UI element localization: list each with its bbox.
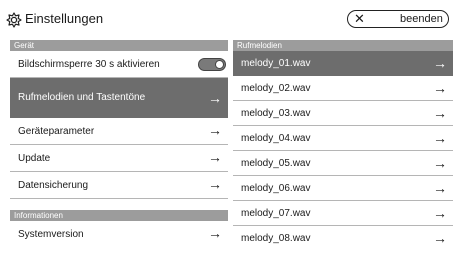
arrow-right-icon: → [433, 155, 447, 171]
setting-system-version[interactable]: Systemversion → [10, 221, 228, 248]
arrow-right-icon: → [433, 80, 447, 96]
ringtone-label: melody_07.wav [241, 208, 311, 219]
close-button[interactable]: ✕ beenden [347, 10, 449, 28]
header: Einstellungen ✕ beenden [0, 0, 453, 38]
section-header-info: Informationen [10, 210, 228, 221]
page-title: Einstellungen [25, 11, 104, 26]
screen-lock-toggle[interactable] [198, 58, 226, 71]
arrow-right-icon: → [433, 130, 447, 146]
ringtone-label: melody_02.wav [241, 83, 311, 94]
setting-system-version-label: Systemversion [18, 229, 84, 240]
arrow-right-icon: → [433, 180, 447, 196]
ringtone-label: melody_04.wav [241, 133, 311, 144]
setting-screen-lock-label: Bildschirmsperre 30 s aktivieren [18, 59, 160, 70]
arrow-right-icon: → [208, 176, 222, 192]
gear-icon [6, 12, 22, 28]
arrow-right-icon: → [208, 149, 222, 165]
arrow-right-icon: → [208, 225, 222, 241]
arrow-right-icon: → [433, 105, 447, 121]
setting-screen-lock[interactable]: Bildschirmsperre 30 s aktivieren [10, 51, 228, 78]
setting-update-label: Update [18, 153, 51, 164]
setting-backup-label: Datensicherung [18, 180, 89, 191]
ringtone-list: Rufmelodien melody_01.wav → melody_02.wa… [233, 40, 453, 251]
ringtone-item[interactable]: melody_05.wav → [233, 151, 453, 176]
arrow-right-icon: → [208, 122, 222, 138]
setting-ringtones-label: Rufmelodien und Tastentöne [18, 92, 146, 103]
ringtone-item[interactable]: melody_07.wav → [233, 201, 453, 226]
arrow-right-icon: → [433, 230, 447, 246]
arrow-right-icon: → [433, 55, 447, 71]
toggle-knob [215, 59, 224, 69]
ringtone-item[interactable]: melody_02.wav → [233, 76, 453, 101]
close-icon: ✕ [354, 11, 365, 26]
settings-menu: Gerät Bildschirmsperre 30 s aktivieren R… [10, 40, 228, 248]
ringtone-label: melody_06.wav [241, 183, 311, 194]
section-header-device: Gerät [10, 40, 228, 51]
setting-backup[interactable]: Datensicherung → [10, 172, 228, 199]
arrow-right-icon: → [433, 205, 447, 221]
setting-update[interactable]: Update → [10, 145, 228, 172]
section-header-ringtones: Rufmelodien [233, 40, 453, 51]
setting-device-parameters-label: Geräteparameter [18, 126, 95, 137]
ringtone-label: melody_03.wav [241, 108, 311, 119]
ringtone-item[interactable]: melody_06.wav → [233, 176, 453, 201]
arrow-right-icon: → [208, 90, 222, 106]
ringtone-item[interactable]: melody_03.wav → [233, 101, 453, 126]
setting-ringtones[interactable]: Rufmelodien und Tastentöne → [10, 78, 228, 118]
ringtone-label: melody_01.wav [241, 58, 311, 69]
ringtone-item[interactable]: melody_08.wav → [233, 226, 453, 251]
close-button-label: beenden [400, 13, 443, 25]
ringtone-label: melody_05.wav [241, 158, 311, 169]
ringtone-item[interactable]: melody_01.wav → [233, 51, 453, 76]
ringtone-label: melody_08.wav [241, 233, 311, 244]
ringtone-item[interactable]: melody_04.wav → [233, 126, 453, 151]
setting-device-parameters[interactable]: Geräteparameter → [10, 118, 228, 145]
